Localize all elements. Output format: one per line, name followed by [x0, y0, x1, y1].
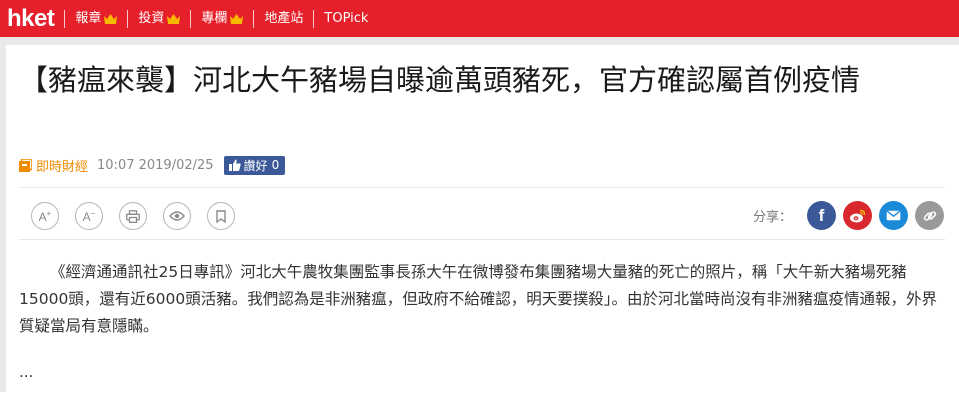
bookmark-icon [216, 209, 226, 223]
nav-item-label: 專欄 [201, 10, 228, 26]
nav-item-column[interactable]: 專欄 [190, 9, 253, 28]
nav-item-label: 地產站 [264, 10, 304, 26]
site-logo[interactable]: hket [7, 0, 55, 37]
nav-item-property[interactable]: 地產站 [253, 9, 313, 28]
like-button[interactable]: 讚好 0 [223, 155, 286, 175]
facebook-icon: f [818, 205, 825, 225]
thumbs-up-icon [228, 159, 241, 171]
font-decrease-button[interactable]: A− [75, 202, 103, 230]
nav-item-label: 報章 [75, 10, 102, 26]
article-paragraph: 《經濟通通訊社25日專訊》河北大午農牧集團監事長孫大午在微博發布集團豬場大量豬的… [19, 263, 938, 335]
share-weibo-button[interactable] [843, 201, 872, 230]
email-icon [886, 210, 901, 221]
share-link-button[interactable] [915, 201, 944, 230]
article-tools: A+ A− [31, 202, 251, 230]
like-label: 讚好 [243, 158, 268, 173]
divider [19, 187, 945, 188]
print-icon [126, 209, 140, 223]
crown-icon [167, 13, 181, 24]
share-label: 分享： [752, 210, 792, 225]
category-link[interactable]: 即時財經 [36, 156, 88, 175]
page-background [0, 37, 959, 45]
nav-item-investment[interactable]: 投資 [127, 9, 190, 28]
article-body: 《經濟通通訊社25日專訊》河北大午農牧集團監事長孫大午在微博發布集團豬場大量豬的… [19, 259, 949, 340]
share-email-button[interactable] [879, 201, 908, 230]
link-icon [923, 210, 936, 221]
print-button[interactable] [119, 202, 147, 230]
eye-icon [169, 211, 185, 221]
category-icon [19, 158, 32, 172]
top-nav-bar: hket 報章 投資 專欄 地產站 TOPick [0, 0, 959, 37]
nav-item-label: 投資 [138, 10, 165, 26]
nav-item-newspaper[interactable]: 報章 [64, 9, 127, 28]
crown-icon [104, 13, 118, 24]
like-count: 0 [271, 158, 280, 172]
bookmark-button[interactable] [207, 202, 235, 230]
nav-item-topick[interactable]: TOPick [313, 9, 378, 28]
publish-datetime: 10:07 2019/02/25 [97, 157, 214, 173]
font-increase-button[interactable]: A+ [31, 202, 59, 230]
view-button[interactable] [163, 202, 191, 230]
share-bar: 分享： f [753, 201, 944, 230]
page-footer-space [0, 392, 959, 417]
nav-item-label: TOPick [324, 10, 369, 26]
font-increase-icon: A+ [38, 208, 52, 224]
article-title: 【豬瘟來襲】河北大午豬場自曝逾萬頭豬死，官方確認屬首例疫情 [19, 63, 861, 97]
main-nav: 報章 投資 專欄 地產站 TOPick [64, 9, 378, 28]
divider [19, 239, 945, 240]
article-continuation: ... [19, 363, 34, 381]
font-decrease-icon: A− [82, 208, 96, 224]
crown-icon [230, 13, 244, 24]
weibo-icon [850, 209, 866, 222]
share-facebook-button[interactable]: f [807, 201, 836, 230]
article-container: 【豬瘟來襲】河北大午豬場自曝逾萬頭豬死，官方確認屬首例疫情 即時財經 10:07… [6, 45, 959, 392]
article-meta: 即時財經 10:07 2019/02/25 讚好 0 [19, 155, 286, 175]
